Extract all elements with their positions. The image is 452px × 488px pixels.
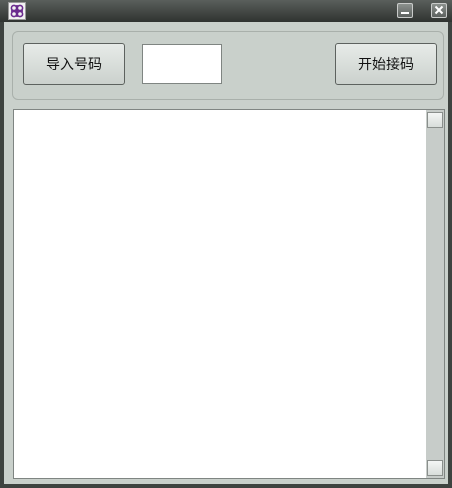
vertical-scrollbar[interactable] [426,110,444,478]
minimize-icon [401,12,409,14]
scroll-up-button[interactable] [427,112,443,128]
import-numbers-button[interactable]: 导入号码 [23,43,125,85]
scroll-down-button[interactable] [427,460,443,476]
output-textarea[interactable] [13,109,445,479]
china-unicom-logo-icon [8,2,26,20]
close-icon [434,5,444,15]
code-input[interactable] [142,44,222,84]
title-bar[interactable] [0,0,452,22]
toolbar-panel: 导入号码 开始接码 [12,31,444,100]
app-window: 导入号码 开始接码 [0,0,452,488]
minimize-button[interactable] [397,3,413,18]
client-area: 导入号码 开始接码 [4,22,448,484]
start-receive-code-button[interactable]: 开始接码 [335,43,437,85]
close-button[interactable] [431,3,447,18]
